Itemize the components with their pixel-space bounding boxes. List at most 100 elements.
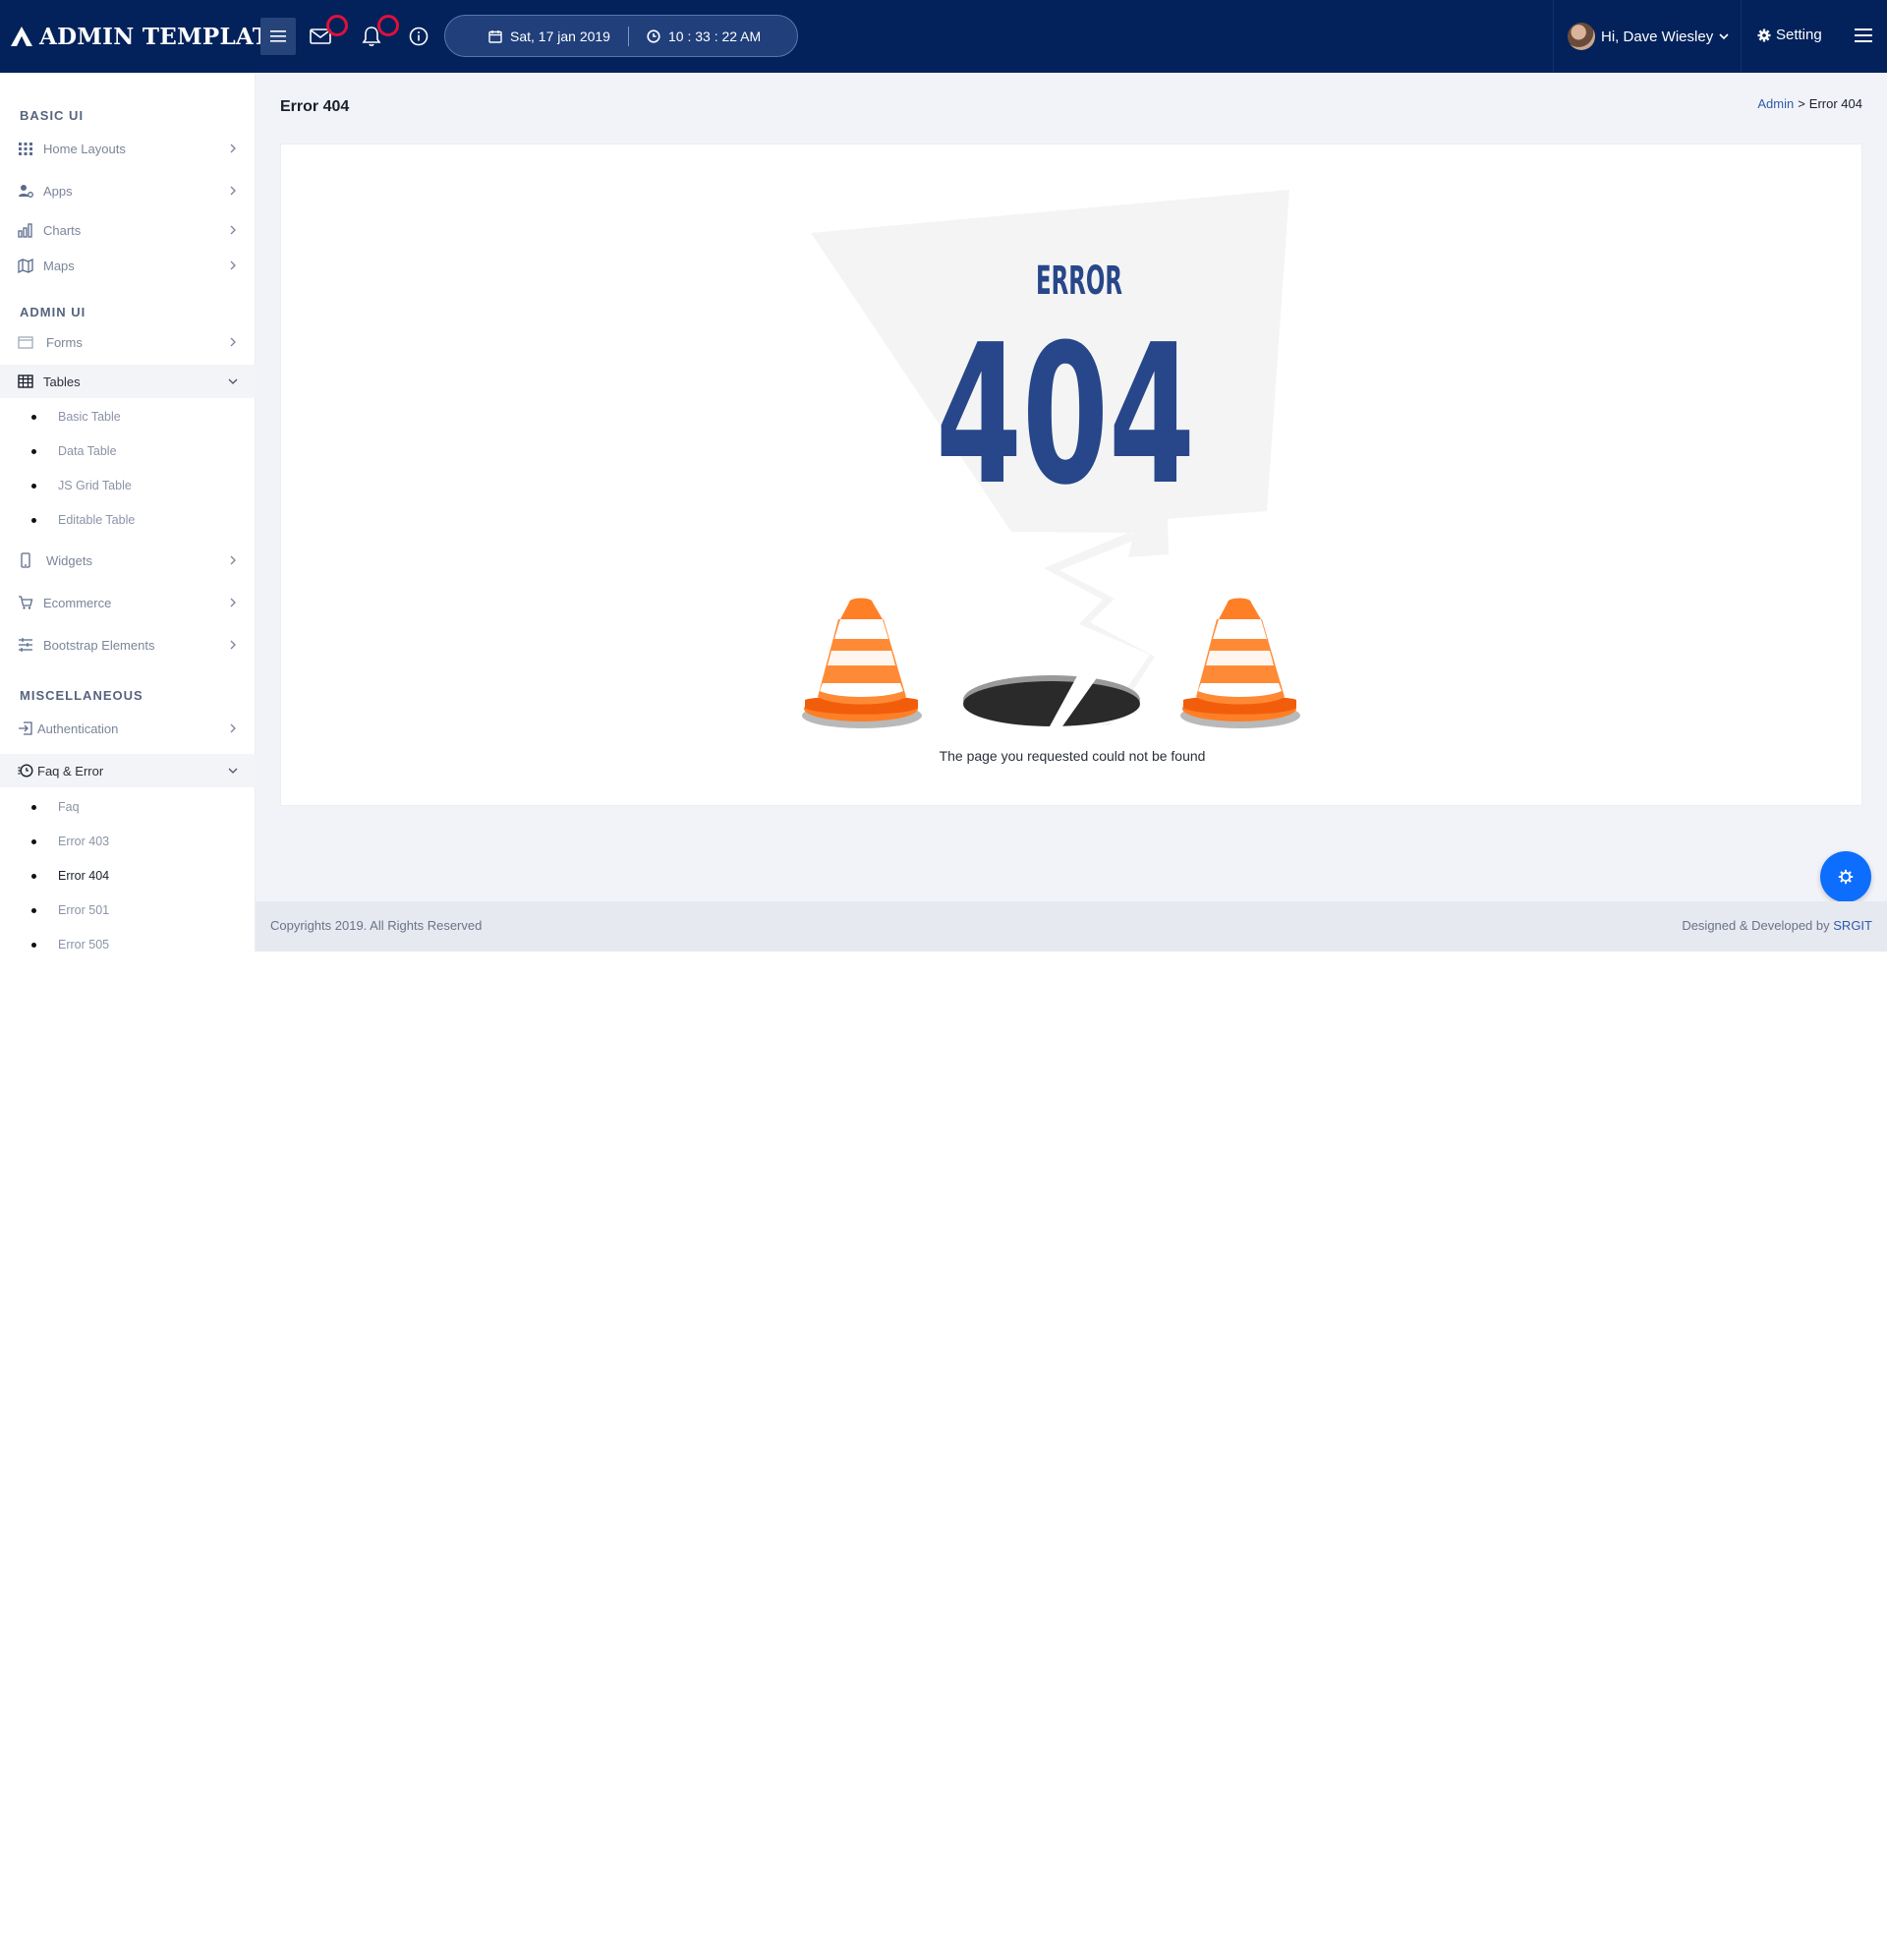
footer-credit: Designed & Developed by SRGIT — [1682, 918, 1872, 933]
sidebar-item-label: Maps — [43, 258, 75, 273]
breadcrumb-separator: > — [1798, 96, 1805, 111]
logo-text: ADMIN TEMPLATE — [39, 23, 288, 50]
messages-button[interactable] — [303, 15, 348, 55]
chevron-down-icon — [228, 378, 238, 384]
sidebar-item-label: Bootstrap Elements — [43, 637, 155, 653]
sidebar-item-label: Faq & Error — [37, 763, 104, 778]
sidebar-item-charts[interactable]: Charts — [0, 213, 256, 247]
sidebar-item-label: Ecommerce — [43, 595, 112, 610]
sidebar-item-label: Charts — [43, 222, 82, 238]
sidebar-subitem-label: Basic Table — [58, 410, 121, 424]
footer: Copyrights 2019. All Rights Reserved Des… — [256, 901, 1887, 951]
traffic-cone-left — [802, 598, 922, 728]
date-text: Sat, 17 jan 2019 — [510, 28, 610, 44]
chevron-right-icon — [230, 598, 236, 607]
gear-icon — [1757, 29, 1771, 41]
not-found-message: The page you requested could not be foun… — [939, 748, 1206, 764]
bullet — [31, 907, 36, 913]
breadcrumb-link-admin[interactable]: Admin — [1757, 96, 1794, 111]
notifications-badge — [377, 15, 399, 36]
setting-label: Setting — [1776, 27, 1822, 43]
logo-mark-icon — [11, 27, 32, 46]
sidebar-item-forms[interactable]: Forms — [0, 325, 256, 359]
sidebar-item-tables[interactable]: Tables — [0, 365, 256, 398]
setting-button[interactable]: Setting — [1757, 27, 1822, 43]
sidebar-item-bootstrap-elements[interactable]: Bootstrap Elements — [0, 628, 256, 662]
section-title-admin-ui: ADMIN UI — [20, 305, 86, 319]
map-icon — [18, 258, 33, 273]
hole-shape — [963, 681, 1140, 726]
menu-lines-icon[interactable] — [1852, 24, 1875, 47]
sidebar-item-maps[interactable]: Maps — [0, 249, 256, 282]
footer-credit-prefix: Designed & Developed by — [1682, 918, 1830, 933]
sidebar-subitem-label: Error 501 — [58, 903, 110, 917]
footer-copyright: Copyrights 2019. All Rights Reserved — [270, 918, 483, 933]
chevron-right-icon — [230, 186, 236, 196]
sidebar-item-authentication[interactable]: Authentication — [0, 712, 256, 745]
chevron-right-icon — [230, 260, 236, 270]
bullet — [31, 448, 36, 454]
sidebar-item-label: Apps — [43, 183, 73, 199]
time-display: 10 : 33 : 22 AM — [647, 29, 761, 44]
gear-icon — [1838, 869, 1854, 885]
chevron-right-icon — [230, 144, 236, 153]
sidebar-subitem-faq[interactable]: Faq — [0, 792, 256, 822]
bullet — [31, 838, 36, 844]
messages-badge — [326, 15, 348, 36]
error-code: 404 — [936, 304, 1195, 528]
chevron-right-icon — [230, 225, 236, 235]
main-content: Error 404 Admin > Error 404 ERROR 404 Th… — [256, 73, 1887, 901]
sidebar-item-label: Authentication — [37, 721, 119, 736]
logo[interactable]: ADMIN TEMPLATE — [10, 22, 287, 51]
sidebar-subitem-error-505[interactable]: Error 505 — [0, 930, 256, 959]
footer-credit-link[interactable]: SRGIT — [1833, 918, 1872, 933]
chevron-right-icon — [230, 640, 236, 650]
datetime-pill: Sat, 17 jan 2019 10 : 33 : 22 AM — [444, 15, 798, 57]
info-icon — [409, 27, 429, 46]
error-word: ERROR — [1036, 259, 1122, 304]
sidebar-subitem-data-table[interactable]: Data Table — [0, 436, 256, 466]
notifications-button[interactable] — [354, 15, 399, 55]
sidebar-subitem-basic-table[interactable]: Basic Table — [0, 402, 256, 432]
mobile-icon — [21, 552, 30, 568]
sidebar-subitem-editable-table[interactable]: Editable Table — [0, 505, 256, 535]
datetime-divider — [627, 26, 629, 46]
sidebar-item-faq-error[interactable]: Faq & Error — [0, 754, 256, 787]
calendar-icon — [488, 29, 502, 43]
sidebar-item-home-layouts[interactable]: Home Layouts — [0, 132, 256, 165]
history-icon — [18, 764, 33, 778]
sidebar-item-label: Forms — [46, 334, 83, 350]
breadcrumb: Admin > Error 404 — [1757, 96, 1862, 111]
app-root: ADMIN TEMPLATE Sat, 17 jan 2019 10: 33 … — [0, 0, 1887, 1960]
avatar — [1568, 23, 1595, 50]
grid-icon — [19, 143, 32, 155]
sidebar-item-label: Home Layouts — [43, 141, 126, 156]
info-button[interactable] — [401, 18, 436, 55]
chevron-down-icon — [228, 768, 238, 774]
sidebar-item-label: Tables — [43, 374, 81, 389]
sidebar-subitem-js-grid-table[interactable]: JS Grid Table — [0, 471, 256, 500]
sidebar-subitem-error-404[interactable]: Error 404 — [0, 861, 256, 891]
sidebar-toggle-button[interactable] — [260, 18, 296, 55]
user-menu-button[interactable]: Hi, Dave Wiesley — [1553, 0, 1742, 73]
settings-fab-button[interactable] — [1820, 851, 1871, 902]
table-icon — [18, 375, 33, 388]
clock-icon — [647, 29, 660, 43]
sidebar-item-apps[interactable]: Apps — [0, 174, 256, 207]
sidebar-subitem-error-501[interactable]: Error 501 — [0, 895, 256, 925]
hamburger-menu-icon — [270, 30, 286, 42]
login-icon — [19, 721, 32, 735]
sidebar-subitem-label: Error 404 — [58, 869, 110, 883]
chevron-right-icon — [230, 555, 236, 565]
sidebar-subitem-label: Faq — [58, 800, 80, 814]
sidebar-item-ecommerce[interactable]: Ecommerce — [0, 586, 256, 619]
chevron-right-icon — [230, 337, 236, 347]
user-apps-icon — [19, 185, 33, 198]
sidebar-subitem-label: Editable Table — [58, 513, 136, 527]
cart-icon — [19, 596, 33, 609]
user-greeting: Hi, Dave Wiesley — [1601, 28, 1714, 45]
sidebar-subitem-error-403[interactable]: Error 403 — [0, 827, 256, 856]
breadcrumb-current: Error 404 — [1808, 96, 1862, 111]
bullet — [31, 942, 36, 948]
sidebar-item-widgets[interactable]: Widgets — [0, 544, 256, 577]
